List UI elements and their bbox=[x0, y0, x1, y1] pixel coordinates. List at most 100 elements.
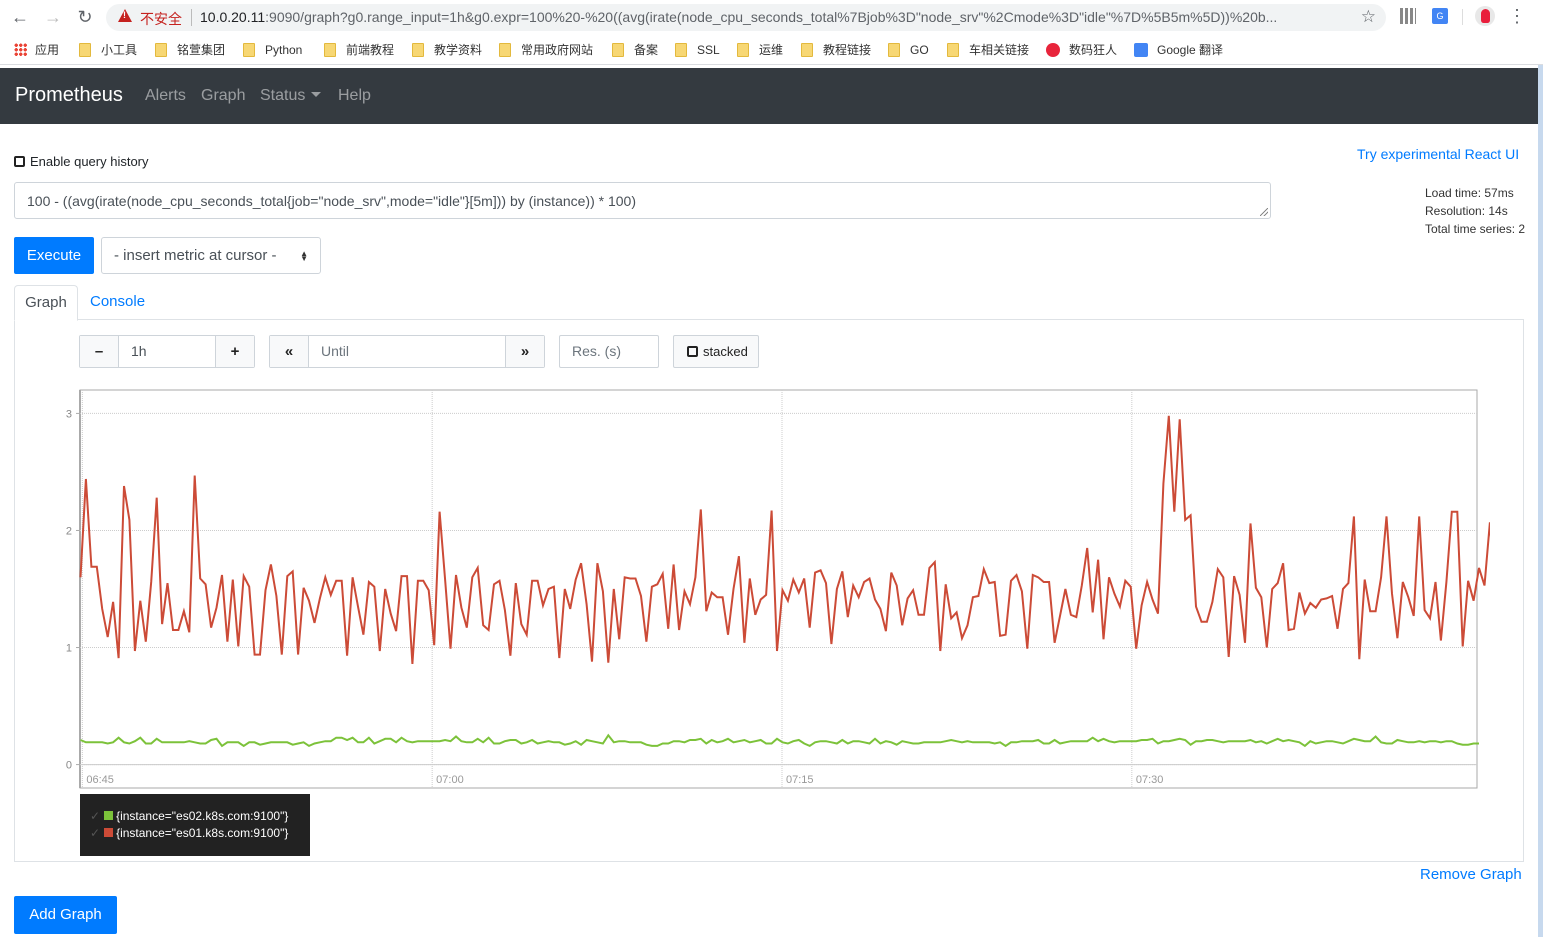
bookmark-folder[interactable]: Python bbox=[243, 41, 302, 59]
resize-handle-icon[interactable] bbox=[1260, 208, 1268, 216]
decrease-range-button[interactable]: – bbox=[80, 336, 118, 367]
google-translate-extension-icon[interactable]: G bbox=[1432, 8, 1448, 24]
bookmark-folder[interactable]: 车相关链接 bbox=[947, 41, 1029, 59]
plot-area bbox=[79, 389, 1478, 789]
bookmark-label: Python bbox=[265, 43, 303, 57]
until-input[interactable]: Until bbox=[308, 336, 506, 367]
warning-icon bbox=[118, 9, 132, 22]
folder-icon bbox=[612, 43, 624, 57]
bookmark-label: 运维 bbox=[759, 43, 784, 57]
nav-alerts[interactable]: Alerts bbox=[145, 87, 186, 105]
folder-icon bbox=[412, 43, 424, 57]
increase-range-button[interactable]: + bbox=[216, 336, 254, 367]
back-icon[interactable]: ← bbox=[9, 6, 31, 28]
bookmark-site[interactable]: 数码狂人 bbox=[1046, 41, 1117, 59]
y-tick-label: 3 bbox=[66, 408, 72, 420]
red-site-icon bbox=[1046, 43, 1060, 57]
x-tick-label: 06:45 bbox=[86, 774, 114, 786]
bookmark-apps[interactable]: 应用 bbox=[14, 41, 59, 59]
folder-icon bbox=[324, 43, 336, 57]
folder-icon bbox=[155, 43, 167, 57]
stacked-toggle[interactable]: stacked bbox=[673, 335, 759, 368]
expression-text: 100 - ((avg(irate(node_cpu_seconds_total… bbox=[27, 193, 636, 209]
brand-logo[interactable]: Prometheus bbox=[15, 84, 123, 107]
react-ui-link[interactable]: Try experimental React UI bbox=[1357, 146, 1519, 162]
legend-item[interactable]: ✓ {instance="es01.k8s.com:9100"} bbox=[90, 825, 310, 842]
bookmark-label: 教程链接 bbox=[823, 43, 872, 57]
folder-icon bbox=[499, 43, 511, 57]
bookmark-label: 前端教程 bbox=[346, 43, 395, 57]
url-host: 10.0.20.11 bbox=[200, 9, 266, 25]
url-divider bbox=[191, 9, 192, 26]
legend-item[interactable]: ✓ {instance="es02.k8s.com:9100"} bbox=[90, 808, 310, 825]
bookmark-folder[interactable]: 常用政府网站 bbox=[499, 41, 593, 59]
bookmark-folder[interactable]: 教程链接 bbox=[801, 41, 871, 59]
enable-query-history[interactable]: Enable query history bbox=[14, 154, 149, 169]
caret-down-icon bbox=[311, 92, 322, 97]
folder-icon bbox=[79, 43, 91, 57]
window-edge bbox=[1538, 65, 1543, 937]
bookmark-folder[interactable]: 前端教程 bbox=[324, 41, 394, 59]
y-tick-label: 0 bbox=[66, 760, 72, 772]
url-path: :9090/graph?g0.range_input=1h&g0.expr=10… bbox=[265, 9, 1278, 25]
bookmarks-bar: 应用 小工具 铭萱集团 Python 前端教程 教学资料 常用政府网站 备案 S… bbox=[0, 35, 1543, 65]
bookmark-label: GO bbox=[910, 43, 929, 57]
bookmark-folder[interactable]: 运维 bbox=[737, 41, 783, 59]
x-tick-label: 07:00 bbox=[436, 774, 464, 786]
bookmark-star-icon[interactable]: ☆ bbox=[1361, 7, 1376, 27]
rewind-icon[interactable]: « bbox=[270, 336, 308, 367]
checkbox-icon[interactable] bbox=[14, 156, 25, 167]
bookmark-label: 应用 bbox=[35, 43, 60, 57]
bookmark-site[interactable]: Google 翻译 bbox=[1134, 41, 1223, 59]
tab-graph[interactable]: Graph bbox=[14, 285, 78, 321]
browser-menu-icon[interactable]: ⋮ bbox=[1508, 5, 1526, 27]
stacked-label: stacked bbox=[703, 344, 748, 359]
nav-help[interactable]: Help bbox=[338, 87, 371, 105]
tab-console[interactable]: Console bbox=[90, 293, 145, 310]
nav-graph[interactable]: Graph bbox=[201, 87, 245, 105]
select-arrows-icon: ▲ ▼ bbox=[300, 249, 308, 263]
toolbar-divider bbox=[1462, 9, 1463, 25]
execute-button[interactable]: Execute bbox=[14, 237, 94, 274]
profile-avatar-icon[interactable] bbox=[1475, 6, 1495, 26]
resolution: Resolution: 14s bbox=[1425, 204, 1508, 218]
bookmark-label: 铭萱集团 bbox=[177, 43, 226, 57]
qr-code-extension-icon[interactable] bbox=[1400, 8, 1416, 24]
remove-graph-link[interactable]: Remove Graph bbox=[1420, 866, 1522, 883]
graph-chart[interactable]: 0 1 2 3 06:45 07:00 07:15 07:30 bbox=[40, 380, 1490, 795]
folder-icon bbox=[888, 43, 900, 57]
folder-icon bbox=[675, 43, 687, 57]
bookmark-label: 备案 bbox=[634, 43, 659, 57]
x-tick-label: 07:30 bbox=[1136, 774, 1164, 786]
forward-icon[interactable]: → bbox=[42, 6, 64, 28]
expression-input[interactable]: 100 - ((avg(irate(node_cpu_seconds_total… bbox=[14, 182, 1271, 219]
legend-swatch bbox=[104, 811, 114, 820]
chart-svg[interactable]: 0 1 2 3 06:45 07:00 07:15 07:30 bbox=[40, 380, 1490, 795]
nav-status[interactable]: Status bbox=[260, 87, 322, 105]
url-text[interactable]: 10.0.20.11:9090/graph?g0.range_input=1h&… bbox=[200, 9, 1350, 25]
bookmark-folder[interactable]: 铭萱集团 bbox=[155, 41, 225, 59]
enable-query-history-label: Enable query history bbox=[30, 154, 149, 169]
address-bar[interactable]: 不安全 10.0.20.11:9090/graph?g0.range_input… bbox=[106, 4, 1386, 31]
insert-metric-select[interactable]: - insert metric at cursor - ▲ ▼ bbox=[101, 237, 321, 274]
google-translate-icon bbox=[1134, 43, 1148, 57]
bookmark-folder[interactable]: 教学资料 bbox=[412, 41, 482, 59]
bookmark-label: Google 翻译 bbox=[1157, 43, 1224, 57]
range-input[interactable]: 1h bbox=[118, 336, 216, 367]
load-time: Load time: 57ms bbox=[1425, 186, 1514, 200]
reload-icon[interactable]: ↻ bbox=[74, 6, 96, 28]
end-time-control: « Until » bbox=[269, 335, 545, 368]
legend-label: {instance="es01.k8s.com:9100"} bbox=[116, 826, 289, 840]
bookmark-folder[interactable]: 小工具 bbox=[79, 41, 137, 59]
x-tick-label: 07:15 bbox=[786, 774, 814, 786]
check-icon: ✓ bbox=[90, 826, 101, 840]
bookmark-label: 常用政府网站 bbox=[521, 43, 594, 57]
bookmark-folder[interactable]: GO bbox=[888, 41, 929, 59]
y-tick-label: 2 bbox=[66, 525, 72, 537]
folder-icon bbox=[801, 43, 813, 57]
add-graph-button[interactable]: Add Graph bbox=[14, 896, 117, 934]
bookmark-folder[interactable]: SSL bbox=[675, 41, 720, 59]
fast-forward-icon[interactable]: » bbox=[506, 336, 544, 367]
bookmark-folder[interactable]: 备案 bbox=[612, 41, 658, 59]
resolution-input[interactable]: Res. (s) bbox=[559, 335, 659, 368]
